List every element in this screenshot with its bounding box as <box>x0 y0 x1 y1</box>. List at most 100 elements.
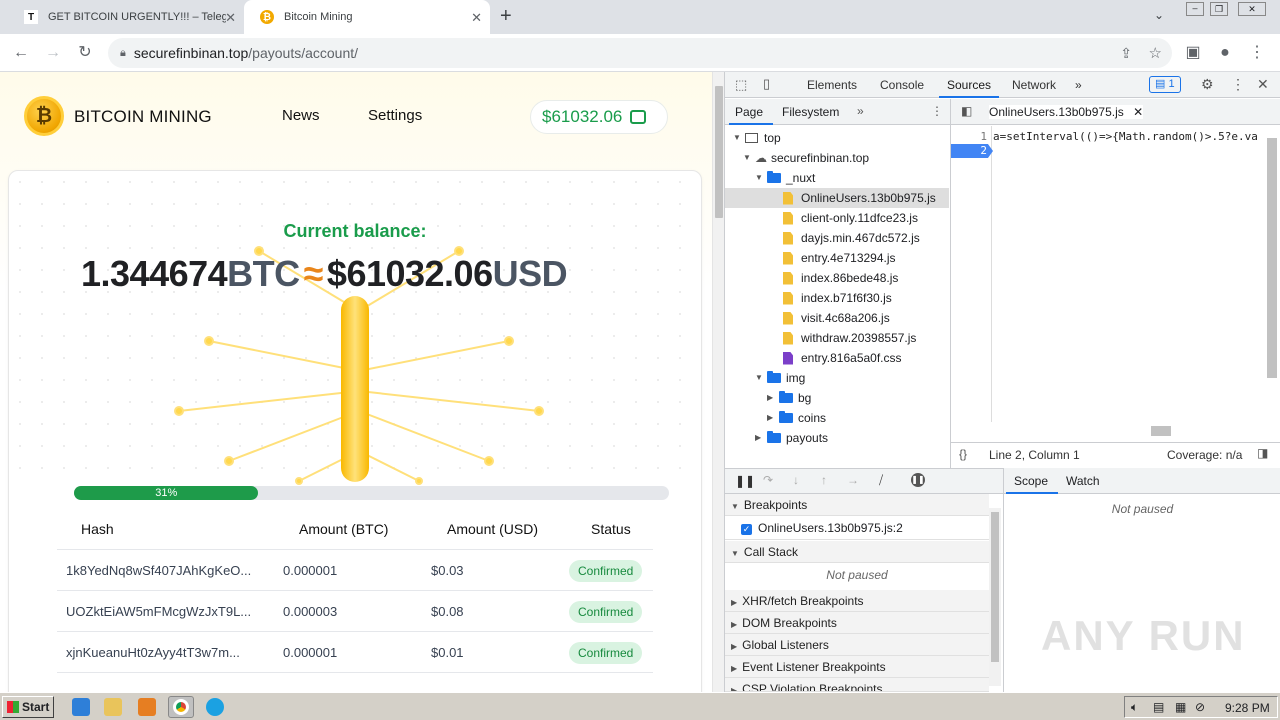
more-tabs-icon[interactable]: » <box>1075 78 1082 92</box>
tree-file[interactable]: index.b71f6f30.js <box>783 288 892 308</box>
tree-folder-bg[interactable]: ▶ bg <box>767 388 811 408</box>
breakpoint-row[interactable]: ✓ OnlineUsers.13b0b975.js:2 <box>725 516 989 540</box>
tree-file[interactable]: entry.816a5a0f.css <box>783 348 902 368</box>
editor-v-scrollbar[interactable] <box>1267 138 1277 378</box>
side-panel-icon[interactable]: ▣ <box>1182 42 1204 64</box>
tab-page[interactable]: Page <box>735 105 763 119</box>
breakpoints-section[interactable]: ▼ Breakpoints <box>725 494 989 516</box>
js-file-icon <box>783 231 793 245</box>
media-player-icon[interactable] <box>138 698 156 716</box>
tree-folder-img[interactable]: ▼ img <box>755 368 805 388</box>
new-tab-icon[interactable]: + <box>500 5 512 28</box>
clock[interactable]: 9:28 PM <box>1225 701 1270 715</box>
step-into-icon[interactable]: ↓ <box>793 473 799 487</box>
tree-file[interactable]: index.86bede48.js <box>783 268 898 288</box>
sidebar-toggle-icon[interactable]: ◨ <box>1257 446 1268 460</box>
csp-violation-breakpoints-section[interactable]: ▶ CSP Violation Breakpoints <box>725 678 989 692</box>
tree-file[interactable]: entry.4e713294.js <box>783 248 896 268</box>
breakpoint-checkbox[interactable]: ✓ <box>741 524 752 535</box>
line-number[interactable]: 1 <box>980 130 987 143</box>
tab-elements[interactable]: Elements <box>807 78 857 92</box>
volume-icon[interactable]: 🔈︎ <box>1131 700 1138 715</box>
tree-file[interactable]: withdraw.20398557.js <box>783 328 916 348</box>
inspect-element-icon[interactable]: ⬚ <box>735 77 747 93</box>
tree-top[interactable]: ▼ top <box>733 128 781 148</box>
debugger-scrollbar[interactable] <box>989 508 1001 686</box>
explorer-folder-icon[interactable] <box>104 698 122 716</box>
tab-filesystem[interactable]: Filesystem <box>782 105 839 119</box>
tree-file[interactable]: dayjs.min.467dc572.js <box>783 228 920 248</box>
forward-icon[interactable]: → <box>42 42 64 64</box>
deactivate-breakpoints-icon[interactable]: ⧸ <box>879 473 883 488</box>
network-icon[interactable]: ▤ <box>1153 700 1164 714</box>
event-listener-breakpoints-section[interactable]: ▶ Event Listener Breakpoints <box>725 656 989 678</box>
status-badge: Confirmed <box>569 642 643 664</box>
address-bar[interactable]: 🔒︎ securefinbinan.top/payouts/account/ ⇪… <box>108 38 1172 68</box>
code-editor[interactable]: 1 2 a=setInterval(()=>{Math.random()>.5?… <box>951 126 1280 436</box>
close-tab-icon[interactable]: ✕ <box>471 10 482 26</box>
nav-settings[interactable]: Settings <box>368 107 422 124</box>
editor-h-scrollbar[interactable] <box>1151 426 1171 436</box>
profile-avatar-icon[interactable]: ● <box>1214 42 1236 64</box>
close-file-icon[interactable]: ✕ <box>1133 105 1143 119</box>
close-window-icon[interactable]: ✕ <box>1238 2 1266 16</box>
settings-gear-icon[interactable]: ⚙ <box>1201 76 1214 93</box>
close-devtools-icon[interactable]: ✕ <box>1257 76 1269 93</box>
pretty-print-icon[interactable]: {} <box>959 447 967 461</box>
ie-icon[interactable] <box>72 698 90 716</box>
tree-folder-coins[interactable]: ▶ coins <box>767 408 826 428</box>
tree-folder-payouts[interactable]: ▶ payouts <box>755 428 828 448</box>
restore-icon[interactable]: ❐ <box>1210 2 1228 16</box>
issues-badge[interactable]: ▤ 1 <box>1149 76 1181 93</box>
menu-kebab-icon[interactable]: ⋮ <box>1246 42 1268 64</box>
step-out-icon[interactable]: ↑ <box>821 473 827 487</box>
breakpoint-marker[interactable]: 2 <box>951 144 993 158</box>
back-icon[interactable]: ← <box>10 42 32 64</box>
brand-name[interactable]: BITCOIN MINING <box>74 107 212 127</box>
global-listeners-section[interactable]: ▶ Global Listeners <box>725 634 989 656</box>
devtools-menu-icon[interactable]: ⋮ <box>1231 76 1245 93</box>
toggle-navigator-icon[interactable]: ◧ <box>961 104 972 118</box>
close-tab-icon[interactable]: ✕ <box>225 10 236 26</box>
bookmark-star-icon[interactable]: ☆ <box>1149 44 1162 62</box>
call-stack-section[interactable]: ▼ Call Stack <box>725 541 989 563</box>
navigator-menu-icon[interactable]: ⋮ <box>931 104 943 118</box>
notification-icon[interactable]: ⊘ <box>1195 700 1205 714</box>
tree-file[interactable]: visit.4c68a206.js <box>783 308 890 328</box>
editor-file-tab[interactable]: OnlineUsers.13b0b975.js ✕ <box>989 105 1144 119</box>
security-icon[interactable]: ▦ <box>1175 700 1186 714</box>
edge-icon[interactable] <box>206 698 224 716</box>
pause-on-exceptions-icon[interactable]: ❚❚ <box>911 473 925 487</box>
more-nav-tabs-icon[interactable]: » <box>857 104 864 118</box>
bitcoin-logo-icon[interactable]: ₿ <box>24 96 64 136</box>
tree-file[interactable]: client-only.11dfce23.js <box>783 208 918 228</box>
tab-console[interactable]: Console <box>880 78 924 92</box>
tab-telegraph[interactable]: T GET BITCOIN URGENTLY!!! – Telegra ✕ <box>8 0 244 34</box>
step-icon[interactable]: → <box>847 473 859 487</box>
reload-icon[interactable]: ↻ <box>74 42 96 64</box>
tab-search-icon[interactable]: ⌄ <box>1154 8 1164 22</box>
header-balance[interactable]: $61032.06 <box>530 100 668 134</box>
tree-file-selected[interactable]: OnlineUsers.13b0b975.js <box>725 188 949 208</box>
tree-folder-nuxt[interactable]: ▼ _nuxt <box>755 168 815 188</box>
tab-scope[interactable]: Scope <box>1014 474 1048 488</box>
nav-news[interactable]: News <box>282 107 320 124</box>
dom-breakpoints-section[interactable]: ▶ DOM Breakpoints <box>725 612 989 634</box>
tab-watch[interactable]: Watch <box>1066 474 1100 488</box>
pause-icon[interactable]: ❚❚ <box>735 474 755 488</box>
minimize-icon[interactable]: – <box>1186 2 1204 16</box>
debugger-scrollbar-thumb[interactable] <box>991 512 999 662</box>
xhr-breakpoints-section[interactable]: ▶ XHR/fetch Breakpoints <box>725 590 989 612</box>
start-button[interactable]: Start <box>2 696 54 718</box>
tab-bitcoin-mining[interactable]: ₿ Bitcoin Mining ✕ <box>244 0 490 34</box>
device-toolbar-icon[interactable]: ▯ <box>763 76 770 92</box>
coverage-status: Coverage: n/a <box>1167 448 1243 462</box>
page-scrollbar-thumb[interactable] <box>715 86 723 218</box>
chrome-icon[interactable] <box>168 696 194 718</box>
tab-sources[interactable]: Sources <box>938 78 1000 98</box>
tab-network[interactable]: Network <box>1012 78 1056 92</box>
share-icon[interactable]: ⇪ <box>1120 45 1132 62</box>
page-scrollbar[interactable] <box>712 72 724 692</box>
step-over-icon[interactable]: ↷ <box>763 473 773 487</box>
tree-domain[interactable]: ▼ ☁︎ securefinbinan.top <box>743 148 869 168</box>
